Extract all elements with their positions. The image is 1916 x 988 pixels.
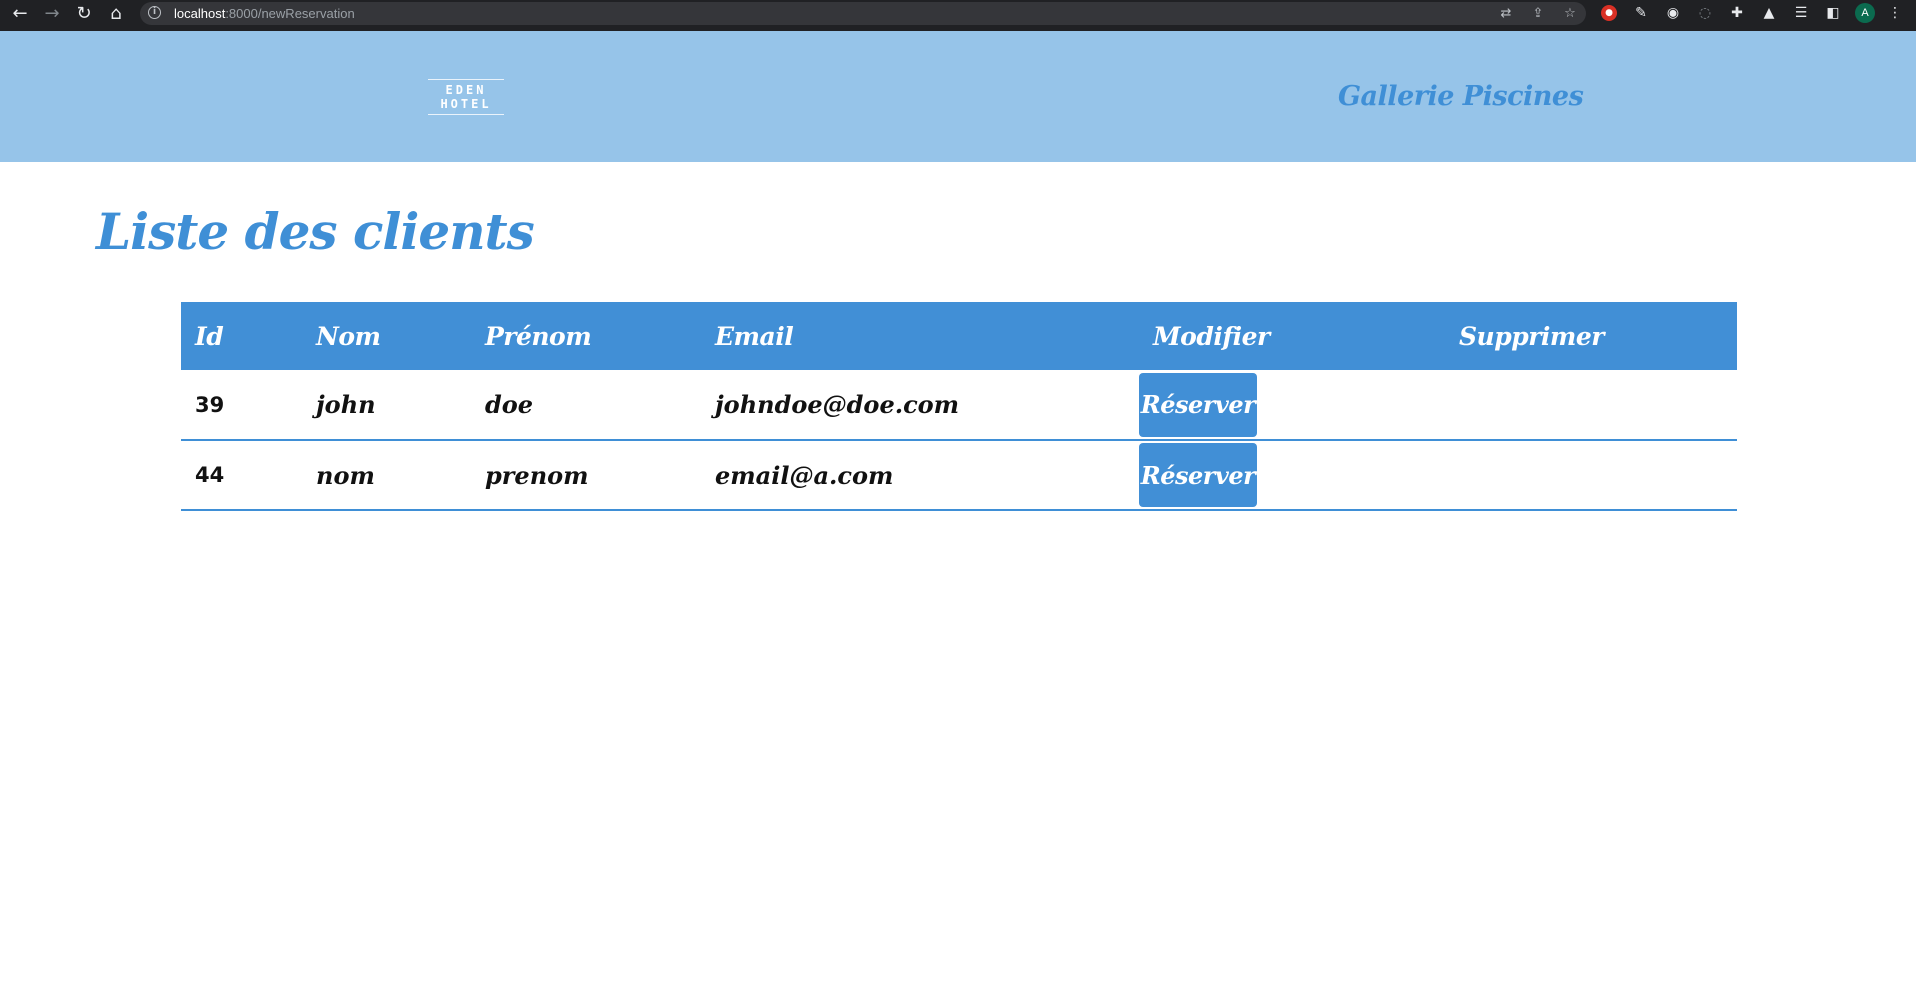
back-arrow-icon[interactable]: ← bbox=[8, 0, 32, 27]
cell-id: 39 bbox=[195, 392, 225, 417]
menu-kebab-icon[interactable]: ⋮ bbox=[1886, 4, 1904, 22]
site-header: EDEN HOTEL Gallerie Piscines bbox=[0, 31, 1916, 162]
site-info-icon[interactable]: i bbox=[148, 6, 161, 19]
table-header: Id Nom Prénom Email Modifier Supprimer bbox=[181, 302, 1737, 370]
hotel-logo[interactable]: EDEN HOTEL bbox=[418, 79, 514, 115]
translate-icon[interactable]: ⇄ bbox=[1498, 6, 1514, 21]
table-body: 39 john doe johndoe@doe.com Réserver 44 … bbox=[181, 370, 1737, 510]
table-header-row: Id Nom Prénom Email Modifier Supprimer bbox=[181, 302, 1737, 370]
extension-color-icon[interactable]: ◉ bbox=[1664, 4, 1682, 22]
labs-flask-icon[interactable]: ▲ bbox=[1760, 4, 1778, 22]
extension-sync-icon[interactable]: ◌ bbox=[1696, 4, 1714, 22]
extensions-puzzle-icon[interactable]: ✚ bbox=[1728, 4, 1746, 22]
url-text: localhost:8000/newReservation bbox=[174, 2, 355, 25]
column-header-nom: Nom bbox=[316, 321, 381, 351]
column-header-supprimer: Supprimer bbox=[1459, 321, 1604, 351]
logo-text: EDEN HOTEL bbox=[440, 83, 492, 111]
table-row: 44 nom prenom email@a.com Réserver bbox=[181, 440, 1737, 510]
reserve-button[interactable]: Réserver bbox=[1139, 443, 1257, 507]
extension-pen-icon[interactable]: ✎ bbox=[1632, 4, 1650, 22]
url-host: localhost bbox=[174, 6, 226, 21]
reserve-button[interactable]: Réserver bbox=[1139, 372, 1257, 437]
column-header-email: Email bbox=[715, 321, 794, 351]
cell-supprimer bbox=[1445, 370, 1737, 440]
avatar[interactable]: A bbox=[1855, 3, 1875, 23]
cell-modifier: Réserver bbox=[1139, 440, 1445, 510]
logo-rule-top bbox=[428, 79, 504, 80]
cell-prenom: doe bbox=[485, 390, 534, 419]
cell-email: email@a.com bbox=[715, 460, 894, 490]
cell-id: 44 bbox=[195, 463, 225, 487]
cell-nom: john bbox=[316, 390, 376, 419]
browser-toolbar: ← → ↻ ⌂ i localhost:8000/newReservation … bbox=[0, 0, 1916, 31]
column-header-prenom: Prénom bbox=[485, 321, 592, 351]
clients-table: Id Nom Prénom Email Modifier Supprimer 3… bbox=[181, 302, 1737, 511]
column-header-modifier: Modifier bbox=[1153, 321, 1270, 351]
page-title: Liste des clients bbox=[96, 202, 535, 261]
address-bar[interactable]: i localhost:8000/newReservation ⇄ ⇪ ☆ bbox=[140, 2, 1586, 25]
table-row: 39 john doe johndoe@doe.com Réserver bbox=[181, 370, 1737, 440]
reading-list-icon[interactable]: ☰ bbox=[1792, 4, 1810, 22]
home-icon[interactable]: ⌂ bbox=[104, 0, 128, 27]
side-panel-icon[interactable]: ◧ bbox=[1824, 4, 1842, 22]
cell-modifier: Réserver bbox=[1139, 370, 1445, 440]
column-header-id: Id bbox=[195, 321, 224, 351]
extension-red-icon[interactable]: ● bbox=[1601, 5, 1617, 21]
cell-nom: nom bbox=[316, 460, 375, 490]
url-path: :8000/newReservation bbox=[225, 6, 355, 21]
cell-supprimer bbox=[1445, 440, 1737, 510]
reload-icon[interactable]: ↻ bbox=[72, 0, 96, 27]
cell-email: johndoe@doe.com bbox=[715, 390, 960, 419]
bookmark-star-icon[interactable]: ☆ bbox=[1562, 6, 1578, 21]
cell-prenom: prenom bbox=[485, 460, 589, 490]
forward-arrow-icon[interactable]: → bbox=[40, 0, 64, 27]
gallery-link[interactable]: Gallerie Piscines bbox=[1338, 81, 1584, 112]
logo-rule-bottom bbox=[428, 114, 504, 115]
share-icon[interactable]: ⇪ bbox=[1530, 6, 1546, 21]
